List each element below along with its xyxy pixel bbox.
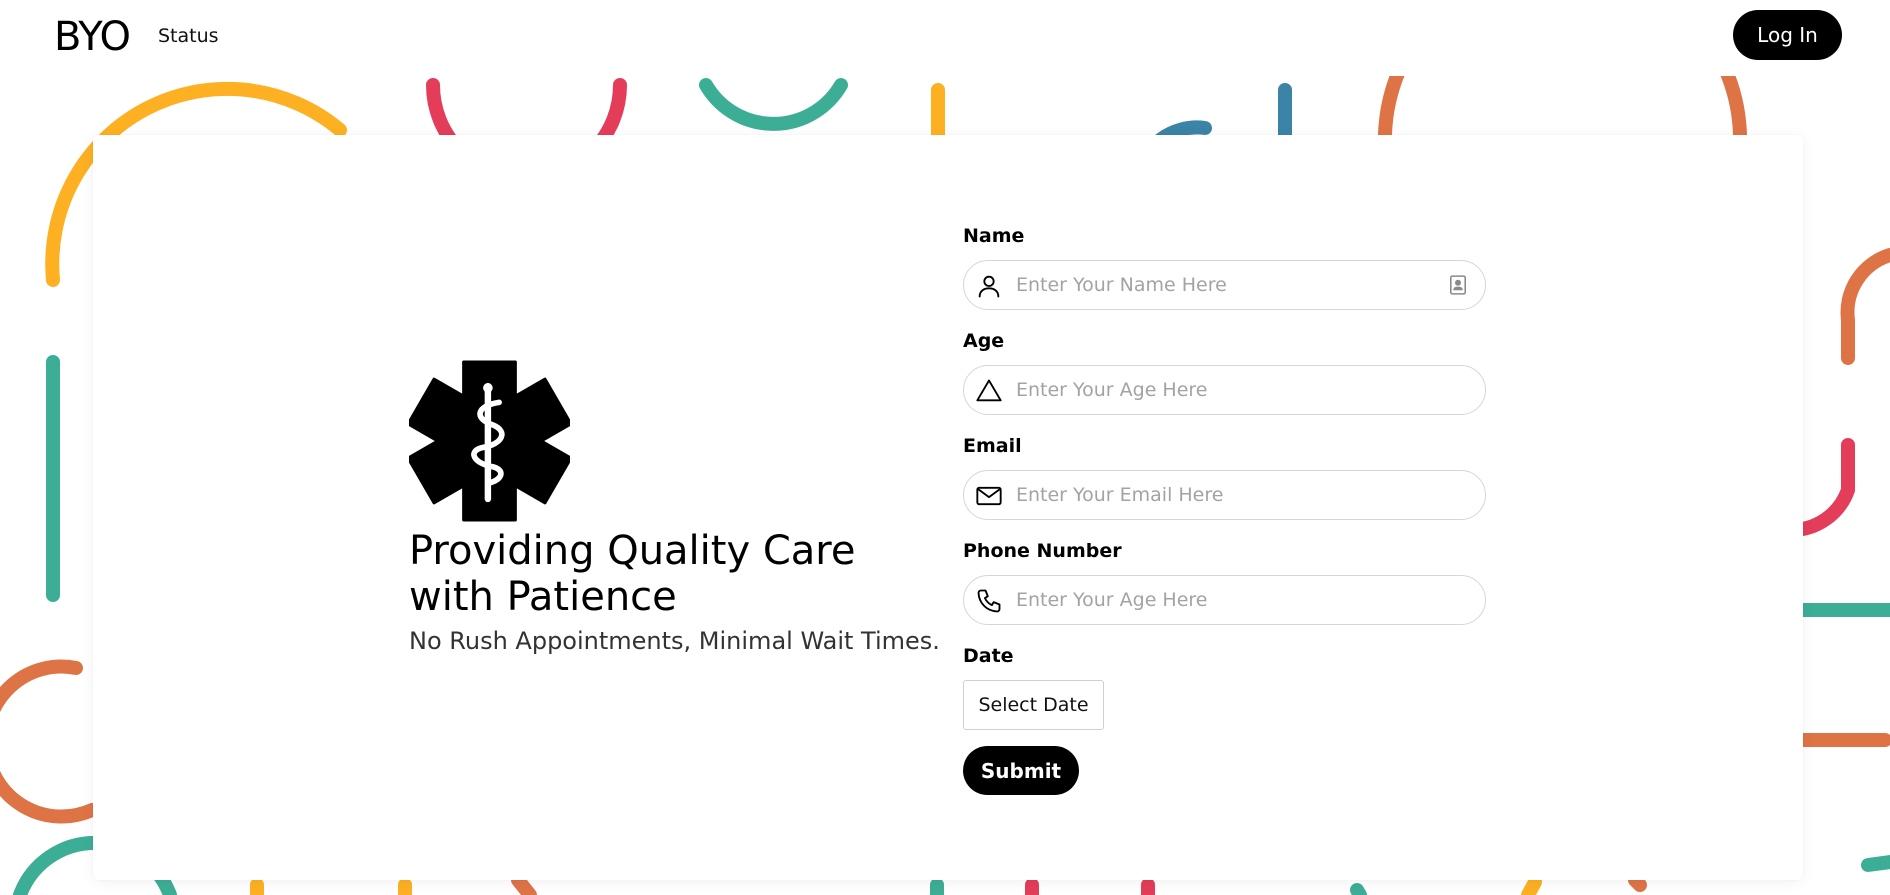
decor-teal-line-small bbox=[1861, 855, 1890, 872]
booking-card bbox=[93, 135, 1803, 880]
phone-field bbox=[963, 575, 1486, 625]
age-label: Age bbox=[963, 330, 1005, 352]
login-button[interactable]: Log In bbox=[1733, 10, 1842, 60]
email-field bbox=[963, 470, 1486, 520]
name-label: Name bbox=[963, 225, 1025, 247]
top-navbar: BYO Status Log In bbox=[0, 0, 1890, 76]
contact-card-icon[interactable] bbox=[1449, 275, 1467, 295]
phone-input[interactable] bbox=[1014, 582, 1414, 618]
name-input[interactable] bbox=[1014, 267, 1414, 303]
decor-teal-stub-2 bbox=[1350, 883, 1367, 895]
decor-orange-arc-right bbox=[1840, 248, 1890, 365]
hero-subtitle: No Rush Appointments, Minimal Wait Times… bbox=[409, 627, 940, 655]
phone-label: Phone Number bbox=[963, 540, 1122, 562]
email-input[interactable] bbox=[1014, 477, 1414, 513]
decor-yellow-stub-3 bbox=[1521, 875, 1542, 895]
phone-icon bbox=[977, 589, 1001, 613]
decor-teal-arc-top bbox=[699, 78, 848, 131]
decor-orange-stub bbox=[511, 873, 537, 895]
decor-orange-stub-2 bbox=[1628, 873, 1647, 892]
brand-logo[interactable]: BYO bbox=[54, 14, 131, 60]
submit-button[interactable]: Submit bbox=[963, 746, 1079, 795]
user-icon bbox=[978, 275, 1000, 298]
mail-icon bbox=[976, 486, 1002, 506]
date-label: Date bbox=[963, 645, 1014, 667]
triangle-icon bbox=[976, 379, 1002, 402]
decor-orange-arc-left bbox=[0, 659, 99, 824]
star-of-life-icon bbox=[409, 360, 570, 522]
hero-title: Providing Quality Care with Patience bbox=[409, 528, 856, 620]
select-date-button[interactable]: Select Date bbox=[963, 680, 1104, 730]
nav-link-status[interactable]: Status bbox=[158, 24, 219, 48]
email-label: Email bbox=[963, 435, 1022, 457]
name-field bbox=[963, 260, 1486, 310]
age-field bbox=[963, 365, 1486, 415]
age-input[interactable] bbox=[1014, 372, 1414, 408]
